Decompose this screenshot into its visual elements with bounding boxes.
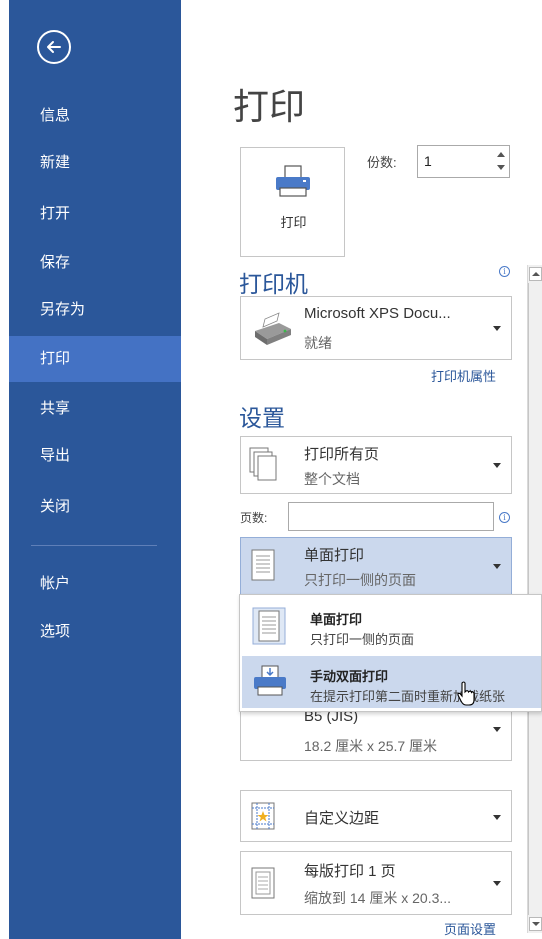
- copies-spin-buttons[interactable]: [495, 148, 507, 175]
- margins-dropdown[interactable]: 自定义边距: [240, 790, 512, 842]
- sides-sub: 只打印一侧的页面: [304, 572, 416, 588]
- nav-item-print[interactable]: 打印: [9, 336, 181, 382]
- nav-item-new[interactable]: 新建: [9, 140, 181, 186]
- printer-properties-link[interactable]: 打印机属性: [431, 366, 496, 385]
- popup-item-description: 只打印一侧的页面: [310, 632, 415, 647]
- chevron-down-icon: [493, 463, 501, 468]
- chevron-down-icon: [493, 815, 501, 820]
- nav-item-save-as[interactable]: 另存为: [9, 287, 181, 333]
- backstage-sidebar: 信息 新建 打开 保存 另存为 打印 共享 导出 关闭 帐户 选项: [9, 0, 181, 939]
- nav-item-close[interactable]: 关闭: [9, 484, 181, 530]
- scroll-up-button[interactable]: [529, 267, 542, 281]
- print-button-label: 打印: [280, 215, 307, 230]
- pages-input[interactable]: [288, 502, 494, 531]
- pages-per-sheet-sub: 缩放到 14 厘米 x 20.3...: [304, 890, 452, 906]
- print-range-sub: 整个文档: [304, 471, 360, 487]
- printer-dropdown[interactable]: Microsoft XPS Docu... 就绪: [240, 296, 512, 360]
- margins-value: 自定义边距: [304, 810, 380, 827]
- nav-item-export[interactable]: 导出: [9, 433, 181, 479]
- single-sided-icon: [251, 549, 275, 581]
- chevron-down-icon: [493, 326, 501, 331]
- spin-up-icon[interactable]: [497, 152, 505, 157]
- spin-down-icon[interactable]: [497, 165, 505, 170]
- pages-per-sheet-icon: [251, 867, 275, 899]
- popup-item-manual-duplex[interactable]: 手动双面打印 在提示打印第二面时重新加载纸张: [242, 656, 541, 708]
- sides-value: 单面打印: [304, 547, 365, 564]
- print-button[interactable]: 打印: [240, 147, 345, 257]
- back-arrow-icon: [47, 41, 61, 53]
- manual-duplex-printer-icon: [254, 665, 286, 696]
- pages-label: 页数:: [240, 511, 268, 525]
- nav-item-options[interactable]: 选项: [9, 609, 181, 655]
- back-button[interactable]: [37, 30, 71, 64]
- mouse-pointer-icon: [457, 681, 475, 706]
- print-range-dropdown[interactable]: 打印所有页 整个文档: [240, 436, 512, 494]
- chevron-down-icon: [493, 564, 501, 569]
- chevron-down-icon: [493, 881, 501, 886]
- nav-item-save[interactable]: 保存: [9, 240, 181, 286]
- info-icon[interactable]: i: [499, 512, 510, 523]
- page-setup-link[interactable]: 页面设置: [444, 919, 496, 938]
- popup-item-single-sided[interactable]: 单面打印 只打印一侧的页面: [242, 599, 541, 651]
- pages-per-sheet-value: 每版打印 1 页: [304, 863, 396, 880]
- custom-margins-icon: [251, 802, 275, 830]
- page-title: 打印: [233, 86, 306, 127]
- print-range-value: 打印所有页: [304, 446, 380, 463]
- printer-icon: [276, 165, 310, 197]
- nav-item-account[interactable]: 帐户: [9, 561, 181, 607]
- printer-device-icon: [255, 312, 291, 345]
- nav-item-share[interactable]: 共享: [9, 386, 181, 432]
- popup-item-label: 单面打印: [310, 612, 363, 627]
- nav-item-info[interactable]: 信息: [9, 93, 181, 139]
- pages-per-sheet-dropdown[interactable]: 每版打印 1 页 缩放到 14 厘米 x 20.3...: [240, 851, 512, 915]
- single-sided-icon: [252, 607, 286, 645]
- nav-item-open[interactable]: 打开: [9, 191, 181, 237]
- copies-value: 1: [424, 153, 432, 169]
- chevron-down-icon: [493, 727, 501, 732]
- popup-item-label: 手动双面打印: [310, 669, 389, 684]
- paper-size-sub: 18.2 厘米 x 25.7 厘米: [304, 738, 438, 754]
- info-icon[interactable]: i: [499, 266, 510, 277]
- copies-stepper[interactable]: 1: [417, 145, 510, 178]
- printer-name: Microsoft XPS Docu...: [304, 305, 451, 322]
- nav-divider: [31, 545, 157, 546]
- scroll-down-button[interactable]: [529, 917, 542, 931]
- printer-section-title: 打印机: [239, 271, 308, 297]
- sides-dropdown[interactable]: 单面打印 只打印一侧的页面: [240, 537, 512, 595]
- printer-status: 就绪: [304, 335, 332, 351]
- all-pages-icon: [249, 447, 277, 481]
- copies-label: 份数:: [367, 155, 397, 170]
- settings-section-title: 设置: [239, 405, 285, 431]
- sides-popup-menu: 单面打印 只打印一侧的页面 手动双面打印 在提示打印第二面时重新加载纸张: [239, 594, 542, 712]
- window-edge: [0, 0, 9, 939]
